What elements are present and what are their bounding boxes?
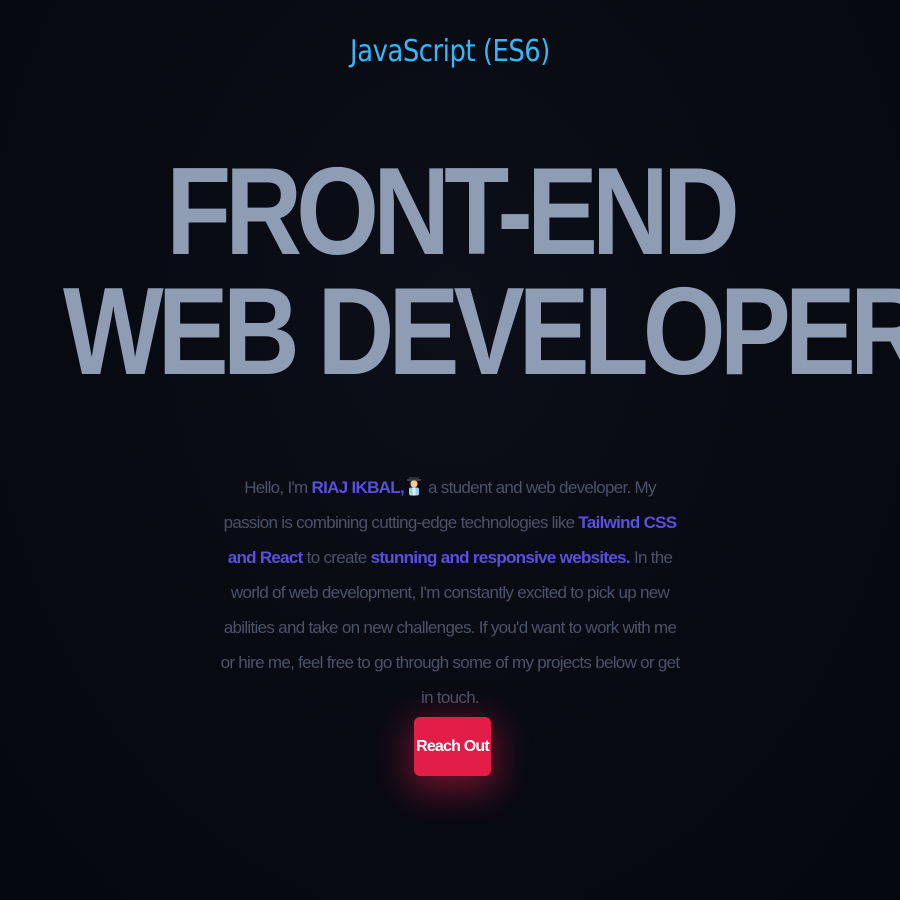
intro-text-3: In the world of web development, I'm con… [220,548,681,707]
reach-out-button[interactable]: Reach Out [414,717,491,776]
intro-paragraph: Hello, I'm RIAJ IKBAL, a student and web… [220,470,680,715]
intro-text-2: to create [306,548,368,567]
hero-section: JavaScript (ES6) FRONT-END WEB DEVELOPER… [0,0,900,900]
author-name: RIAJ IKBAL, [311,478,405,497]
intro-greeting: Hello, I'm [244,478,308,497]
page-title: FRONT-END WEB DEVELOPER. [0,150,900,394]
headline-line-1: FRONT-END [166,143,740,281]
intro-highlight: stunning and responsive websites. [370,548,631,567]
student-emoji-icon [406,473,422,496]
headline-line-2: WEB DEVELOPER. [63,263,900,401]
tagline: JavaScript (ES6) [350,34,550,69]
